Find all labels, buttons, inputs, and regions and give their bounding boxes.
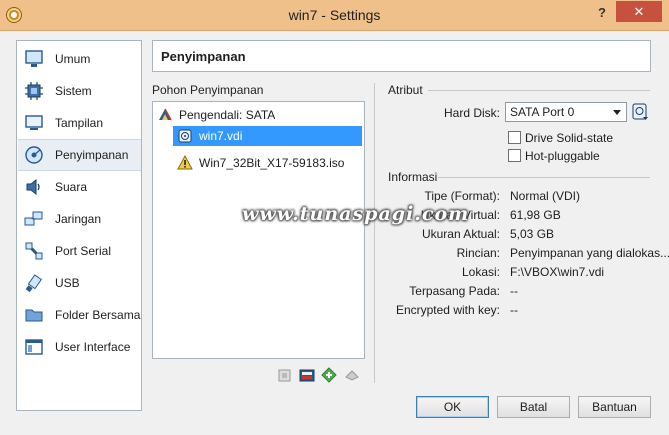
tree-item-label: win7.vdi bbox=[199, 129, 243, 143]
nav-item-tampilan[interactable]: Tampilan bbox=[18, 107, 141, 139]
add-controller-button[interactable] bbox=[277, 367, 293, 383]
remove-attachment-icon bbox=[345, 370, 359, 381]
hard-disk-select-value: SATA Port 0 bbox=[510, 105, 575, 119]
information-divider bbox=[438, 177, 650, 178]
nav-item-folder-bersama[interactable]: Folder Bersama bbox=[18, 299, 141, 331]
warning-icon bbox=[177, 155, 193, 171]
nav-label: Port Serial bbox=[55, 244, 112, 258]
nav-label: Penyimpanan bbox=[55, 148, 129, 162]
add-optical-button[interactable] bbox=[321, 367, 337, 383]
hotplug-checkbox[interactable] bbox=[508, 149, 521, 162]
settings-nav: Umum Sistem Tampilan Penyimpanan Suara J… bbox=[16, 40, 142, 411]
chevron-down-icon bbox=[613, 110, 621, 115]
nav-label: Umum bbox=[55, 52, 91, 66]
close-button[interactable]: ✕ bbox=[616, 1, 662, 22]
storage-tree[interactable]: Pengendali: SATA win7.vdi Win7_32Bit_X17… bbox=[152, 101, 365, 359]
speaker-icon bbox=[23, 176, 45, 198]
chip-icon bbox=[23, 80, 45, 102]
info-label-details: Rincian: bbox=[456, 246, 500, 260]
attributes-divider bbox=[428, 90, 650, 91]
nav-item-umum[interactable]: Umum bbox=[18, 43, 141, 75]
ok-button[interactable]: OK bbox=[416, 396, 489, 418]
add-optical-icon bbox=[321, 367, 337, 383]
info-value-attached-to: -- bbox=[510, 284, 518, 298]
title-bar[interactable]: win7 - Settings ? ✕ bbox=[0, 0, 669, 31]
tree-item-win7-iso[interactable]: Win7_32Bit_X17-59183.iso bbox=[177, 153, 344, 173]
info-label-location: Lokasi: bbox=[461, 265, 500, 279]
storage-icon bbox=[23, 144, 45, 166]
nav-label: Suara bbox=[55, 180, 88, 194]
nav-label: User Interface bbox=[55, 340, 131, 354]
display-icon bbox=[23, 112, 45, 134]
page-header: Penyimpanan bbox=[152, 40, 651, 72]
ssd-checkbox[interactable] bbox=[508, 131, 521, 144]
info-label-type: Tipe (Format): bbox=[424, 189, 500, 203]
nav-label: USB bbox=[55, 276, 80, 290]
info-label-encryption: Encrypted with key: bbox=[395, 303, 500, 317]
nav-item-penyimpanan[interactable]: Penyimpanan bbox=[18, 139, 141, 171]
hard-disk-select[interactable]: SATA Port 0 bbox=[505, 102, 627, 122]
nav-item-user-interface[interactable]: User Interface bbox=[18, 331, 141, 363]
tree-controller-label: Pengendali: SATA bbox=[179, 108, 276, 122]
info-value-type: Normal (VDI) bbox=[510, 189, 581, 203]
hotplug-label: Hot-pluggable bbox=[525, 149, 600, 163]
add-controller-icon bbox=[278, 369, 291, 382]
window-icon bbox=[23, 336, 45, 358]
hard-disk-label: Hard Disk: bbox=[443, 106, 500, 120]
info-value-encryption: -- bbox=[510, 303, 518, 317]
network-icon bbox=[23, 208, 45, 230]
information-heading: Informasi bbox=[388, 170, 438, 184]
tree-item-win7-vdi[interactable]: win7.vdi bbox=[173, 126, 362, 146]
info-value-details: Penyimpanan yang dialokas... bbox=[510, 246, 669, 260]
nav-label: Folder Bersama bbox=[55, 308, 141, 322]
remove-attachment-button[interactable] bbox=[344, 367, 360, 383]
attributes-heading: Atribut bbox=[388, 83, 423, 97]
info-value-location: F:\VBOX\win7.vdi bbox=[510, 265, 605, 279]
serial-port-icon bbox=[23, 240, 45, 262]
add-attachment-icon bbox=[299, 369, 315, 382]
nav-label: Jaringan bbox=[55, 212, 102, 226]
ssd-label: Drive Solid-state bbox=[525, 131, 614, 145]
storage-tree-heading: Pohon Penyimpanan bbox=[152, 83, 264, 97]
nav-item-suara[interactable]: Suara bbox=[18, 171, 141, 203]
help-button[interactable]: ? bbox=[594, 3, 610, 23]
window-title: win7 - Settings bbox=[288, 7, 381, 23]
info-label-attached-to: Terpasang Pada: bbox=[409, 284, 500, 298]
tree-controller-sata[interactable]: Pengendali: SATA bbox=[157, 105, 275, 125]
folder-icon bbox=[23, 304, 45, 326]
hard-disk-icon bbox=[177, 128, 193, 144]
help-dialog-button[interactable]: Bantuan bbox=[578, 396, 651, 418]
nav-item-usb[interactable]: USB bbox=[18, 267, 141, 299]
watermark-text: www.tunaspagi.com bbox=[242, 203, 470, 225]
nav-label: Sistem bbox=[55, 84, 92, 98]
info-value-virtual-size: 61,98 GB bbox=[510, 208, 561, 222]
add-attachment-button[interactable] bbox=[299, 367, 315, 383]
cancel-button[interactable]: Batal bbox=[497, 396, 570, 418]
nav-label: Tampilan bbox=[55, 116, 104, 130]
nav-item-port-serial[interactable]: Port Serial bbox=[18, 235, 141, 267]
page-title: Penyimpanan bbox=[161, 49, 246, 64]
info-label-actual-size: Ukuran Aktual: bbox=[421, 227, 500, 241]
info-value-actual-size: 5,03 GB bbox=[510, 227, 555, 241]
disk-chooser-icon bbox=[632, 103, 648, 120]
tree-item-label: Win7_32Bit_X17-59183.iso bbox=[199, 156, 345, 170]
choose-disk-button[interactable] bbox=[632, 103, 649, 121]
nav-item-jaringan[interactable]: Jaringan bbox=[18, 203, 141, 235]
nav-item-sistem[interactable]: Sistem bbox=[18, 75, 141, 107]
controller-icon bbox=[157, 107, 173, 123]
usb-icon bbox=[23, 272, 45, 294]
monitor-icon bbox=[23, 48, 45, 70]
